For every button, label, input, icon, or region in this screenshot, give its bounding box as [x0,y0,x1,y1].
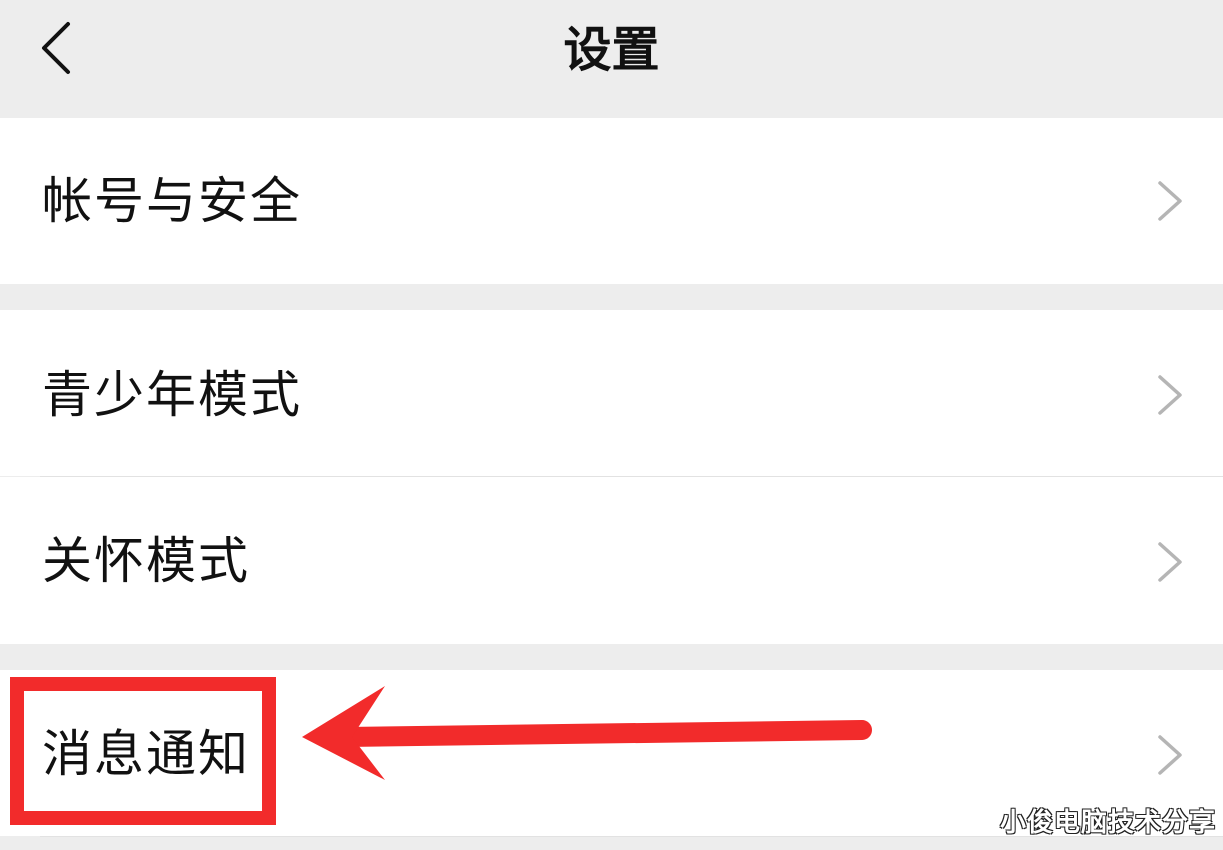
page-title: 设置 [563,22,660,78]
chevron-right-icon [1158,181,1182,221]
settings-item-teen-mode[interactable]: 青少年模式 [0,310,1223,476]
settings-item-label: 帐号与安全 [42,172,302,230]
chevron-right-icon [1158,735,1182,775]
settings-item-label: 关怀模式 [42,532,250,590]
watermark: 小俊电脑技术分享 [1000,808,1217,838]
settings-item-label: 青少年模式 [42,366,302,424]
chevron-right-icon [1158,375,1182,415]
settings-item-account-security[interactable]: 帐号与安全 [0,118,1223,284]
top-nav-bar: 设置 [0,0,1223,118]
settings-item-care-mode[interactable]: 关怀模式 [0,477,1223,644]
settings-item-label: 消息通知 [42,725,250,783]
chevron-right-icon [1158,542,1182,582]
